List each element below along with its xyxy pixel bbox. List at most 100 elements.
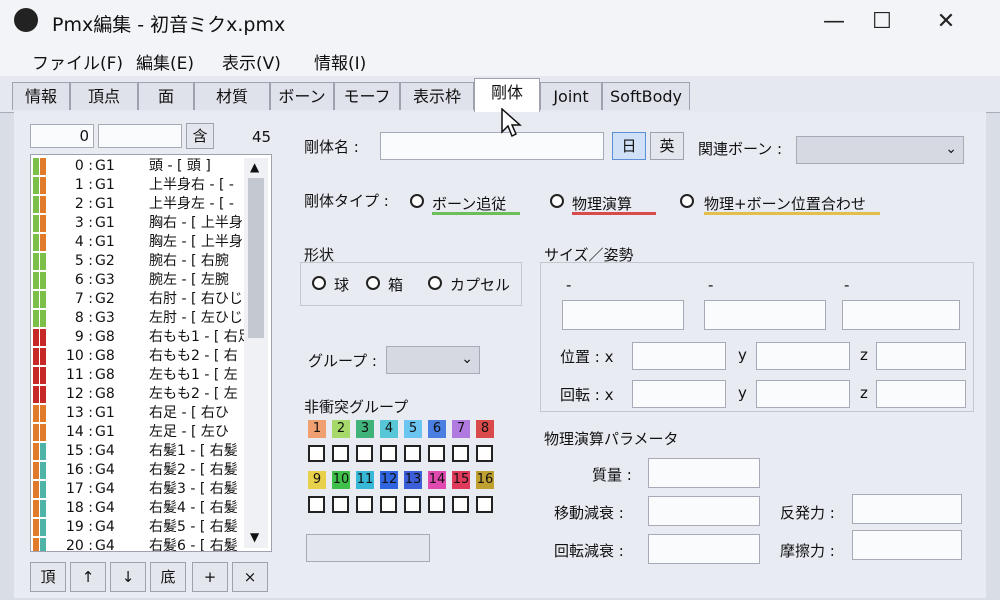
size-2-input[interactable] [704, 300, 826, 330]
noncollide-checkbox[interactable] [356, 445, 373, 462]
position-y-input[interactable] [756, 342, 850, 370]
noncollide-checkbox[interactable] [404, 496, 421, 513]
list-item[interactable]: 9 : G8 右もも1 - [ 右足 [31, 328, 252, 347]
list-item[interactable]: 17 : G4 右髪3 - [ 右髪 [31, 480, 251, 499]
list-item[interactable]: 13 : G1 右足 - [ 右ひ [31, 404, 251, 423]
rotation-x-input[interactable] [632, 380, 726, 408]
related-bone-select[interactable]: ⌄ [796, 136, 964, 164]
list-item[interactable]: 8 : G3 左肘 - [ 左ひじ [31, 309, 251, 328]
noncollide-checkbox[interactable] [428, 496, 445, 513]
tab-vertex[interactable]: 頂点 [70, 82, 138, 110]
shape-radio-sphere[interactable] [312, 276, 326, 290]
add-button[interactable]: + [192, 562, 228, 592]
list-item[interactable]: 18 : G4 右髪4 - [ 右髪 [31, 499, 251, 518]
move-down-button[interactable]: ↓ [110, 562, 146, 592]
list-item[interactable]: 2 : G1 上半身左 - [ - [31, 195, 251, 214]
list-item[interactable]: 16 : G4 右髪2 - [ 右髪 [31, 461, 251, 480]
menu-info[interactable]: 情報(I) [314, 49, 366, 74]
list-item[interactable]: 4 : G1 胸左 - [ 上半身 [31, 233, 251, 252]
close-button[interactable]: ✕ [922, 6, 970, 38]
list-item[interactable]: 20 : G4 右髪6 - [ 右髪 [31, 537, 251, 551]
noncollide-checkbox[interactable] [428, 445, 445, 462]
tab-softbody[interactable]: SoftBody [602, 82, 690, 110]
position-x-input[interactable] [632, 342, 726, 370]
type-radio-bone[interactable] [410, 194, 424, 208]
move-up-button[interactable]: ↑ [70, 562, 106, 592]
tab-info[interactable]: 情報 [12, 82, 70, 110]
list-item[interactable]: 11 : G8 左もも1 - [ 左 [31, 366, 251, 385]
rigidbody-list[interactable]: 0 : G1 頭 - [ 頭 ] 1 : G1 上半身右 - [ -2 : G1 上半身左 -… [30, 154, 272, 552]
move-bottom-button[interactable]: 底 [150, 562, 186, 592]
rotation-z-input[interactable] [876, 380, 966, 408]
type-radio-physics-bone[interactable] [680, 194, 694, 208]
scroll-down-icon[interactable]: ▼ [250, 530, 259, 544]
english-button[interactable]: 英 [650, 132, 684, 160]
tab-material[interactable]: 材質 [194, 82, 270, 110]
list-scrollbar[interactable]: ▲ ▼ [244, 158, 268, 548]
list-item[interactable]: 15 : G4 右髪1 - [ 右髪 [31, 442, 251, 461]
minimize-button[interactable]: — [810, 6, 858, 38]
type-radio-physics[interactable] [550, 194, 564, 208]
index-input[interactable]: 0 [30, 124, 94, 148]
move-damping-input[interactable] [648, 496, 760, 526]
position-z-input[interactable] [876, 342, 966, 370]
rotation-y-input[interactable] [756, 380, 850, 408]
tab-morph[interactable]: モーフ [334, 82, 400, 110]
group-select[interactable]: ⌄ [386, 346, 480, 374]
search-input[interactable] [98, 124, 182, 148]
list-item[interactable]: 10 : G8 右もも2 - [ 右 [31, 347, 251, 366]
noncollide-value-field[interactable] [306, 534, 430, 562]
list-item[interactable]: 0 : G1 頭 - [ 頭 ] [31, 157, 251, 176]
scroll-up-icon[interactable]: ▲ [250, 160, 259, 174]
noncollide-checkbox[interactable] [476, 445, 493, 462]
japanese-button[interactable]: 日 [612, 132, 646, 160]
list-item[interactable]: 6 : G3 腕左 - [ 左腕 [31, 271, 251, 290]
rotation-damping-input[interactable] [648, 534, 760, 564]
list-item[interactable]: 19 : G4 右髪5 - [ 右髪 [31, 518, 251, 537]
group-number-chip: 4 [380, 420, 398, 438]
menu-edit[interactable]: 編集(E) [136, 49, 194, 74]
noncollide-checkbox[interactable] [404, 445, 421, 462]
scroll-thumb[interactable] [248, 178, 264, 338]
list-item[interactable]: 5 : G2 腕右 - [ 右腕 [31, 252, 251, 271]
collision-color-swatch [33, 158, 39, 175]
list-item[interactable]: 1 : G1 上半身右 - [ - [31, 176, 251, 195]
noncollide-checkbox[interactable] [356, 496, 373, 513]
noncollide-checkbox[interactable] [308, 445, 325, 462]
tab-display-frame[interactable]: 表示枠 [400, 82, 474, 110]
group-number-chip: 9 [308, 471, 326, 489]
friction-input[interactable] [852, 530, 962, 560]
tab-face[interactable]: 面 [138, 82, 194, 110]
item-index: 18 : [66, 500, 93, 516]
maximize-button[interactable]: ☐ [858, 6, 906, 38]
rigidbody-type-label: 剛体タイプ : [304, 192, 389, 210]
noncollide-checkbox[interactable] [452, 445, 469, 462]
menu-file[interactable]: ファイル(F) [32, 49, 123, 74]
size-1-input[interactable] [562, 300, 684, 330]
noncollide-checkbox[interactable] [452, 496, 469, 513]
delete-button[interactable]: × [232, 562, 268, 592]
noncollide-checkbox[interactable] [308, 496, 325, 513]
move-top-button[interactable]: 頂 [30, 562, 66, 592]
group-color-swatch [40, 519, 46, 536]
list-item[interactable]: 12 : G8 左もも2 - [ 左 [31, 385, 251, 404]
tab-joint[interactable]: Joint [540, 82, 602, 110]
contain-toggle-button[interactable]: 含 [186, 123, 214, 149]
noncollide-checkbox[interactable] [332, 496, 349, 513]
size-3-input[interactable] [842, 300, 960, 330]
restitution-input[interactable] [852, 494, 962, 524]
list-item[interactable]: 3 : G1 胸右 - [ 上半身 [31, 214, 251, 233]
noncollide-checkbox[interactable] [476, 496, 493, 513]
tab-rigidbody[interactable]: 剛体 [474, 78, 540, 112]
shape-radio-box[interactable] [366, 276, 380, 290]
noncollide-checkbox[interactable] [332, 445, 349, 462]
menu-view[interactable]: 表示(V) [222, 49, 281, 74]
tab-bone[interactable]: ボーン [270, 82, 334, 110]
shape-radio-capsule[interactable] [428, 276, 442, 290]
noncollide-checkbox[interactable] [380, 445, 397, 462]
mass-input[interactable] [648, 458, 760, 488]
rigidbody-name-input[interactable] [380, 132, 604, 160]
noncollide-checkbox[interactable] [380, 496, 397, 513]
list-item[interactable]: 7 : G2 右肘 - [ 右ひじ [31, 290, 251, 309]
list-item[interactable]: 14 : G1 左足 - [ 左ひ [31, 423, 251, 442]
